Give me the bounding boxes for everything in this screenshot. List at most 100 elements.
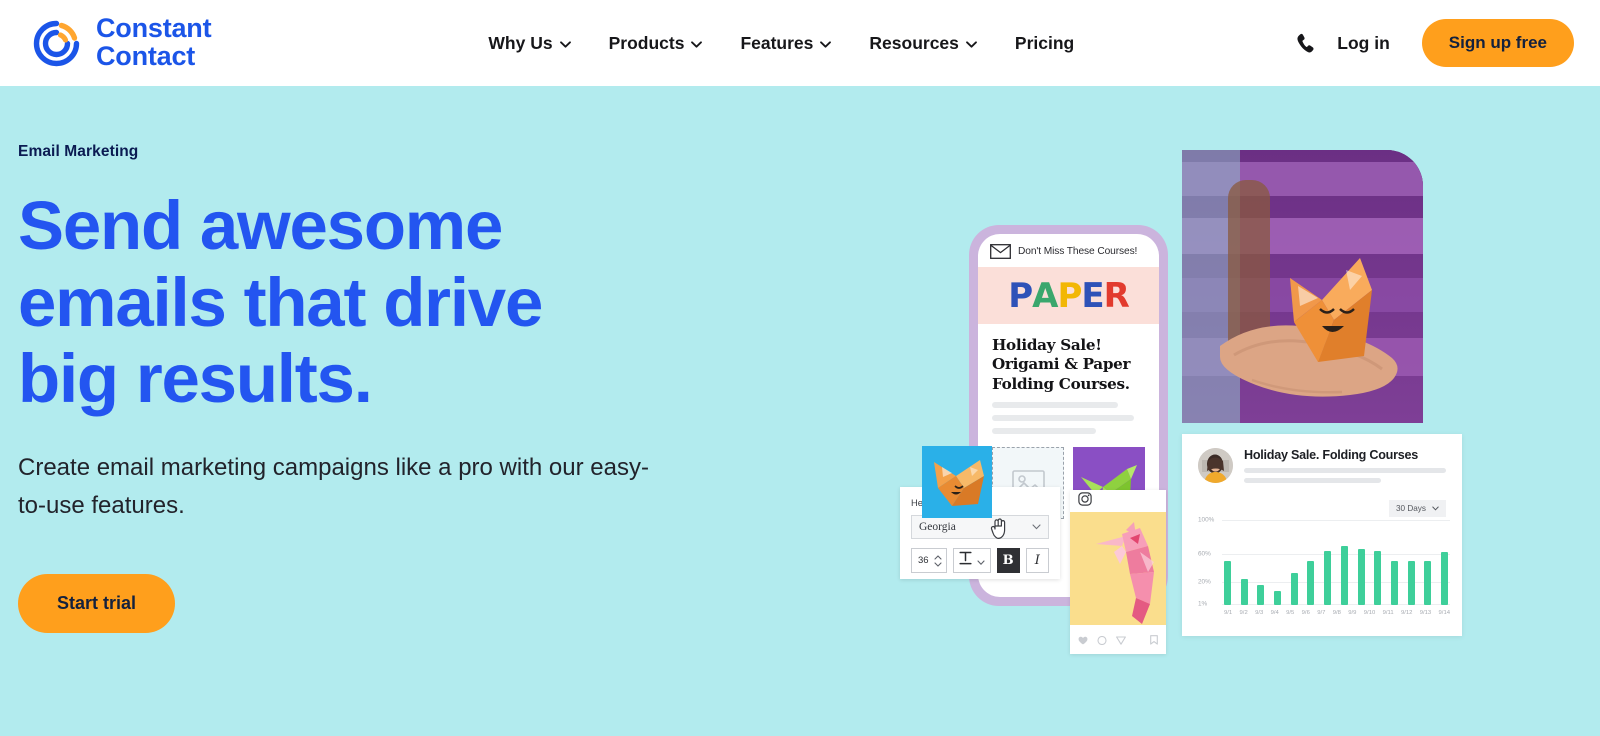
x-axis-tick-label: 9/8: [1332, 610, 1341, 616]
text-skeleton-line: [992, 402, 1118, 409]
hero-copy: Email Marketing Send awesome emails that…: [18, 143, 658, 633]
font-family-select[interactable]: Georgia: [911, 515, 1049, 539]
phone-icon[interactable]: [1295, 32, 1315, 54]
nav-item-why-us[interactable]: Why Us: [488, 32, 571, 54]
x-axis-labels: 9/1 9/2 9/3 9/4 9/5 9/6 9/7 9/8 9/9 9/10 9/11 9/12 9…: [1224, 610, 1450, 616]
chevron-down-icon: [966, 40, 977, 48]
x-axis-tick-label: 9/10: [1363, 610, 1376, 616]
x-axis-tick-label: 9/6: [1301, 610, 1310, 616]
chart-bar: [1424, 560, 1432, 605]
nav-label: Why Us: [488, 32, 553, 53]
bold-button[interactable]: B: [996, 548, 1020, 573]
origami-fox-photo: [1182, 150, 1423, 423]
chevron-down-icon: [820, 40, 832, 48]
nav-label: Pricing: [1014, 32, 1075, 53]
constant-contact-logo-icon: [30, 17, 83, 70]
font-family-value: Georgia: [919, 521, 956, 533]
email-preview-bar: Don't Miss These Courses!: [978, 234, 1159, 267]
header-actions: Log in Sign up free: [1295, 19, 1574, 67]
chart-bars: [1224, 520, 1448, 605]
italic-button[interactable]: I: [1025, 548, 1049, 573]
nav-item-products[interactable]: Products: [609, 33, 703, 54]
x-axis-tick-label: 9/1: [1224, 610, 1233, 616]
paper-letter-p1: P: [1008, 275, 1033, 316]
x-axis-tick-label: 9/13: [1419, 610, 1432, 616]
heart-icon[interactable]: [1078, 632, 1088, 650]
paper-letter-a: A: [1032, 275, 1058, 316]
x-axis-tick-label: 9/11: [1382, 610, 1394, 616]
text-format-icon: [959, 551, 972, 570]
hero-section: Email Marketing Send awesome emails that…: [0, 86, 1600, 736]
x-axis-tick-label: 9/14: [1438, 610, 1450, 616]
chart-bar: [1240, 578, 1248, 605]
logo[interactable]: Constant Contact: [30, 13, 212, 70]
text-skeleton-line: [1244, 468, 1446, 473]
chart-bar: [1257, 585, 1265, 605]
analytics-card-header: Holiday Sale. Folding Courses: [1198, 448, 1446, 483]
analytics-card: Holiday Sale. Folding Courses 30 Days 10…: [1182, 434, 1462, 636]
nav-item-pricing[interactable]: Pricing: [1015, 33, 1074, 54]
hero-illustration: Don't Miss These Courses! PAPER Holiday …: [890, 86, 1600, 736]
x-axis-tick-label: 9/12: [1400, 610, 1413, 616]
text-skeleton-line: [1244, 478, 1382, 483]
email-subject-preview: Don't Miss These Courses!: [1018, 246, 1138, 257]
chart-bar: [1224, 560, 1231, 605]
text-style-select[interactable]: [952, 548, 991, 573]
x-axis-tick-label: 9/2: [1239, 610, 1248, 616]
login-link[interactable]: Log in: [1337, 33, 1389, 54]
x-axis-tick-label: 9/9: [1348, 610, 1357, 616]
page-title: Send awesome emails that drive big resul…: [18, 187, 543, 418]
avatar: [1198, 448, 1233, 483]
site-header: Constant Contact Why Us Products Feature…: [0, 0, 1600, 86]
hero-eyebrow: Email Marketing: [18, 143, 139, 160]
nav-label: Features: [740, 32, 814, 53]
origami-unicorn-image: [1070, 512, 1166, 625]
chart-bar: [1274, 590, 1282, 605]
grab-hand-cursor-icon: [990, 518, 1008, 540]
instagram-post-card: [1070, 490, 1166, 654]
email-hero-band: PAPER: [978, 267, 1159, 324]
chart-bar: [1324, 550, 1332, 605]
analytics-title: Holiday Sale. Folding Courses: [1244, 448, 1418, 462]
y-axis-tick-label: 1%: [1198, 600, 1208, 608]
x-axis-tick-label: 9/7: [1317, 610, 1326, 616]
chevron-down-icon: [1032, 521, 1041, 533]
chart-bar: [1357, 548, 1365, 605]
instagram-icon: [1078, 491, 1092, 511]
date-range-select[interactable]: 30 Days: [1388, 500, 1446, 517]
chart-bar: [1440, 552, 1448, 605]
font-size-stepper[interactable]: 36: [911, 548, 947, 573]
paper-letter-r: R: [1103, 275, 1130, 316]
instagram-actions: [1070, 625, 1166, 650]
chart-bar: [1340, 545, 1348, 605]
date-range-value: 30 Days: [1395, 504, 1426, 513]
nav-label: Products: [608, 32, 685, 53]
text-skeleton-line: [992, 428, 1096, 435]
nav-item-resources[interactable]: Resources: [869, 33, 977, 54]
y-axis-tick-label: 100%: [1198, 516, 1215, 524]
paper-letter-e: E: [1081, 275, 1104, 316]
bar-chart: 100% 60% 20% 1%: [1198, 516, 1450, 608]
chart-bar: [1290, 572, 1298, 605]
logo-line-1: Constant: [96, 13, 212, 44]
chart-bar: [1374, 551, 1382, 605]
stepper-arrows-icon: [934, 554, 942, 567]
paper-brand-logo: PAPER: [1008, 275, 1130, 316]
envelope-icon: [990, 244, 1011, 259]
signup-button[interactable]: Sign up free: [1421, 19, 1574, 67]
share-icon[interactable]: [1116, 632, 1126, 650]
start-trial-button[interactable]: Start trial: [18, 573, 176, 633]
chart-bar: [1407, 560, 1415, 605]
chevron-down-icon: [691, 40, 703, 48]
email-headline: Holiday Sale! Origami & Paper Folding Co…: [992, 336, 1131, 393]
font-size-value: 36: [918, 555, 929, 566]
comment-icon[interactable]: [1097, 632, 1107, 650]
x-axis-tick-label: 9/4: [1270, 610, 1279, 616]
origami-fox-thumbnail[interactable]: [922, 446, 992, 518]
nav-item-features[interactable]: Features: [740, 32, 832, 54]
editor-toolbar: 36 B I: [911, 548, 1049, 573]
bookmark-icon[interactable]: [1150, 632, 1158, 650]
x-axis-tick-label: 9/5: [1286, 610, 1295, 616]
chevron-down-icon: [559, 40, 571, 48]
logo-text: Constant Contact: [96, 13, 212, 70]
